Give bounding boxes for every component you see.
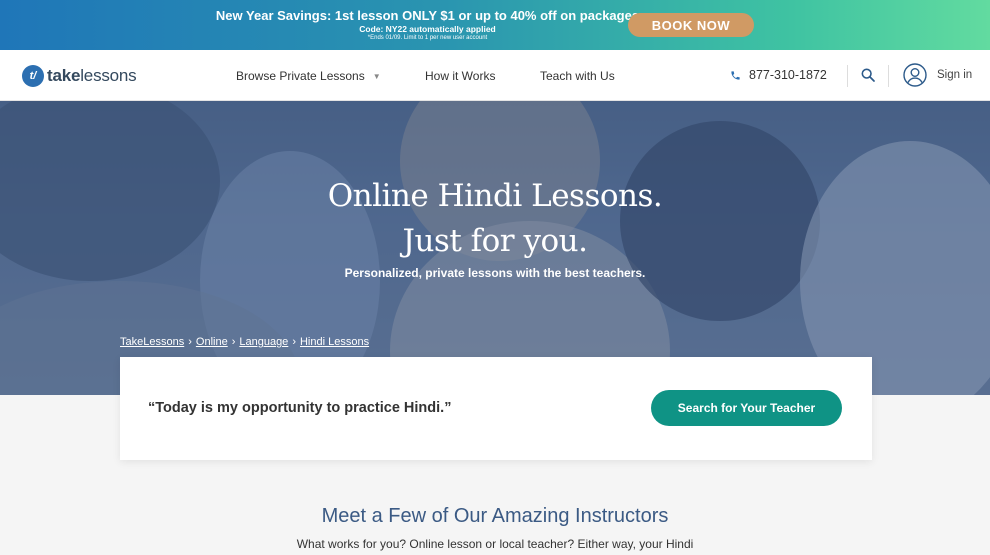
phone-number: 877-310-1872	[749, 68, 827, 82]
top-nav: t/ takelessons Browse Private Lessons ▼ H…	[0, 50, 990, 101]
hero-title-line2: Just for you.	[402, 223, 588, 259]
nav-browse-lessons[interactable]: Browse Private Lessons ▼	[236, 69, 381, 83]
breadcrumb-separator: ›	[188, 336, 192, 348]
instructors-subtitle: What works for you? Online lesson or loc…	[296, 537, 694, 551]
logo-badge: t/	[22, 65, 44, 87]
promo-code: Code: NY22 automatically applied	[359, 24, 496, 34]
breadcrumb: TakeLessons › Online › Language › Hindi Lesson…	[120, 336, 369, 348]
breadcrumb-hindi-lessons[interactable]: Hindi Lessons	[300, 336, 369, 348]
breadcrumb-separator: ›	[231, 336, 236, 348]
card-quote: “Today is my opportunity to practice Hin…	[148, 400, 452, 416]
hero-title-line1: Online Hindi Lessons.	[327, 178, 663, 214]
promo-headline: New Year Savings: 1st lesson ONLY $1 or …	[215, 8, 640, 23]
takelessons-logo[interactable]: t/ takelessons	[22, 64, 137, 88]
breadcrumb-language[interactable]: Language	[239, 336, 288, 348]
nav-teach-with-us[interactable]: Teach with Us	[540, 69, 615, 83]
hero-section: Online Hindi Lessons. Just for you. Pers…	[0, 101, 990, 395]
instructors-heading: Meet a Few of Our Amazing Instructors	[321, 505, 669, 527]
promo-fine-print: *Ends 01/09. Limit to 1 per new user acc…	[367, 35, 488, 41]
hero-subtitle: Personalized, private lessons with the b…	[344, 266, 646, 280]
nav-browse-lessons-label: Browse Private Lessons	[236, 69, 365, 83]
search-card: “Today is my opportunity to practice Hin…	[120, 357, 872, 460]
breadcrumb-takelessons[interactable]: TakeLessons	[120, 336, 184, 348]
search-teacher-button[interactable]: Search for Your Teacher	[651, 390, 842, 426]
user-avatar-icon[interactable]	[903, 63, 927, 87]
breadcrumb-separator: ›	[292, 336, 296, 348]
book-now-button[interactable]: BOOK NOW	[628, 13, 754, 37]
logo-wordmark: takelessons	[47, 66, 137, 85]
nav-divider	[847, 65, 848, 87]
breadcrumb-online[interactable]: Online	[196, 336, 228, 348]
chevron-down-icon: ▼	[372, 72, 381, 81]
nav-how-it-works[interactable]: How it Works	[425, 69, 495, 83]
search-icon[interactable]	[860, 67, 876, 83]
promo-banner: New Year Savings: 1st lesson ONLY $1 or …	[0, 0, 990, 50]
phone-link[interactable]: 877-310-1872	[730, 68, 827, 82]
nav-divider	[888, 65, 889, 87]
sign-in-link[interactable]: Sign in	[937, 69, 972, 81]
promo-text: New Year Savings: 1st lesson ONLY $1 or …	[200, 8, 655, 42]
phone-icon	[731, 70, 740, 80]
